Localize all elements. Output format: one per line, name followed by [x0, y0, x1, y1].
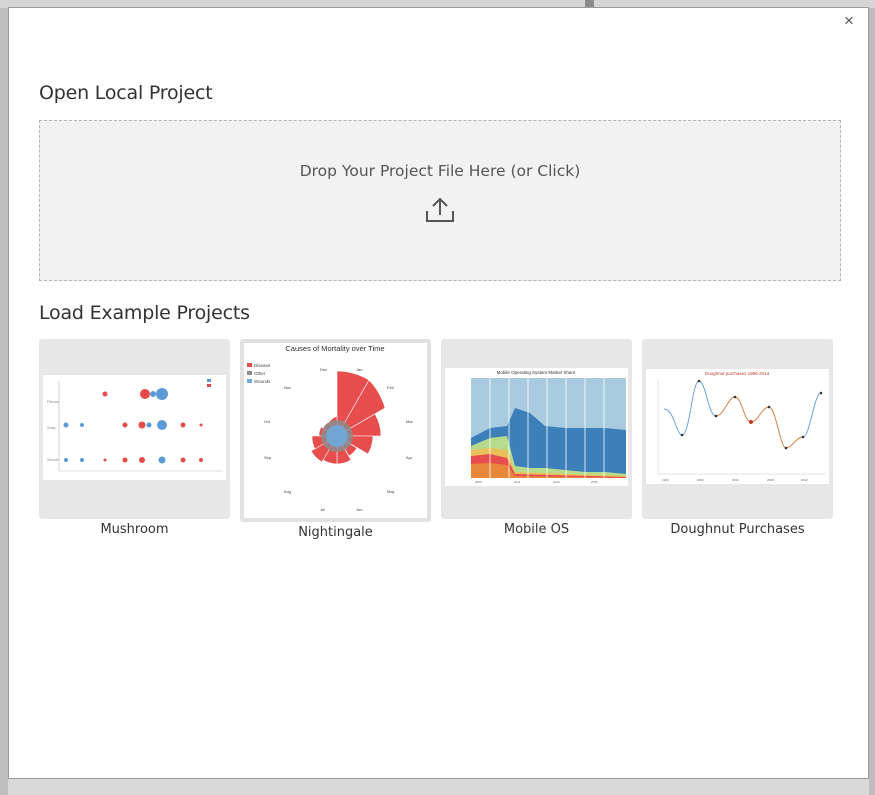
example-thumbnail-mobile-os: Mobile Operating System Market Share 200…	[441, 339, 632, 519]
svg-text:Sep: Sep	[264, 455, 272, 460]
example-label-mushroom: Mushroom	[100, 522, 169, 537]
backdrop-right-edge	[869, 8, 875, 795]
svg-text:1996: 1996	[662, 478, 669, 482]
load-example-projects-title: Load Example Projects	[39, 302, 250, 324]
svg-text:Apr: Apr	[406, 455, 413, 460]
example-card-doughnut-purchases[interactable]: Doughnut purchases 1996-2014 1996 2000 2…	[642, 339, 833, 537]
dropzone-label: Drop Your Project File Here (or Click)	[299, 162, 581, 180]
close-icon[interactable]: ×	[840, 12, 858, 30]
backdrop-left-edge	[0, 8, 8, 795]
svg-text:Causes of Mortality over Time: Causes of Mortality over Time	[285, 344, 384, 353]
svg-text:Mar: Mar	[406, 419, 414, 424]
svg-text:2015: 2015	[591, 480, 598, 484]
doughnut-chart-thumbnail: Doughnut purchases 1996-2014 1996 2000 2…	[646, 369, 829, 484]
example-thumbnail-doughnut-purchases: Doughnut purchases 1996-2014 1996 2000 2…	[642, 339, 833, 519]
example-card-nightingale[interactable]: Causes of Mortality over Time Disease Ot…	[240, 339, 431, 540]
svg-text:Fibrous: Fibrous	[47, 400, 59, 404]
example-label-doughnut-purchases: Doughnut Purchases	[670, 522, 805, 537]
example-card-mushroom[interactable]: Fibrous Scaly Smooth Mushroom	[39, 339, 230, 537]
svg-text:2013: 2013	[553, 480, 560, 484]
svg-text:Smooth: Smooth	[47, 458, 59, 462]
svg-text:2009: 2009	[475, 480, 482, 484]
svg-text:2011: 2011	[514, 480, 521, 484]
open-project-dialog: × Open Local Project Drop Your Project F…	[8, 7, 869, 779]
example-thumbnail-mushroom: Fibrous Scaly Smooth	[39, 339, 230, 519]
svg-text:Nov: Nov	[284, 385, 291, 390]
dialog-bottom-bar	[8, 779, 869, 795]
svg-text:Scaly: Scaly	[47, 426, 56, 430]
open-local-project-title: Open Local Project	[39, 82, 213, 104]
example-label-mobile-os: Mobile OS	[503, 522, 570, 537]
svg-text:Feb: Feb	[387, 385, 395, 390]
svg-text:2004: 2004	[732, 478, 739, 482]
svg-text:Disease: Disease	[254, 363, 271, 368]
svg-text:Mobile Operating System Market: Mobile Operating System Market Share	[497, 370, 576, 375]
mushroom-chart-thumbnail: Fibrous Scaly Smooth	[43, 375, 226, 480]
example-card-mobile-os[interactable]: Mobile Operating System Market Share 200…	[441, 339, 632, 537]
svg-text:Wounds: Wounds	[254, 379, 271, 384]
svg-text:Doughnut purchases 1996-2014: Doughnut purchases 1996-2014	[705, 371, 770, 376]
svg-text:2000: 2000	[697, 478, 704, 482]
example-label-nightingale: Nightingale	[298, 525, 373, 540]
example-projects-grid: Fibrous Scaly Smooth Mushroom Causes of …	[39, 339, 839, 559]
svg-text:Dec: Dec	[320, 367, 327, 372]
mobile-os-chart-thumbnail: Mobile Operating System Market Share 200…	[445, 368, 628, 486]
svg-text:Aug: Aug	[284, 489, 291, 494]
svg-text:May: May	[387, 489, 395, 494]
svg-text:Other: Other	[254, 371, 266, 376]
svg-text:2012: 2012	[801, 478, 808, 482]
svg-text:Jan: Jan	[356, 367, 362, 372]
svg-text:Jul: Jul	[320, 507, 325, 512]
svg-text:Oct: Oct	[264, 419, 271, 424]
upload-icon	[426, 197, 454, 222]
example-thumbnail-nightingale: Causes of Mortality over Time Disease Ot…	[240, 339, 431, 522]
svg-text:Jun: Jun	[356, 507, 362, 512]
project-file-dropzone[interactable]: Drop Your Project File Here (or Click)	[39, 120, 841, 281]
nightingale-chart-thumbnail: Causes of Mortality over Time Disease Ot…	[247, 344, 414, 512]
svg-text:2008: 2008	[767, 478, 774, 482]
